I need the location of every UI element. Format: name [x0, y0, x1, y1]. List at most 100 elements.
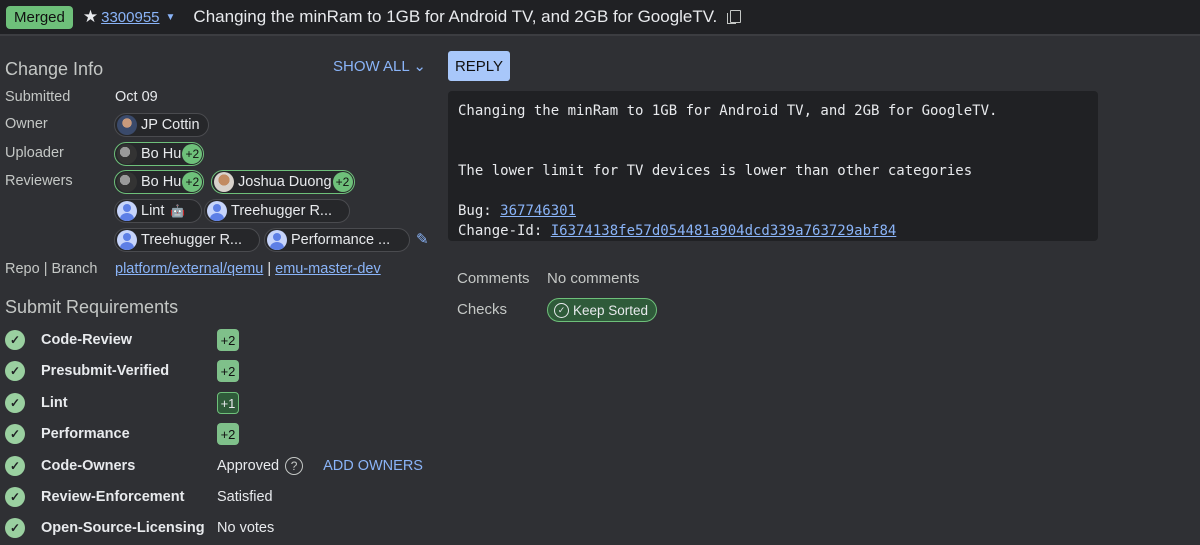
requirement-name: Open-Source-Licensing	[41, 520, 205, 536]
commit-subject: Changing the minRam to 1GB for Android T…	[458, 103, 998, 119]
owner-chip[interactable]: JP Cottin	[114, 113, 209, 137]
uploader-label: Uploader	[5, 145, 64, 161]
check-circle-icon: ✓	[5, 424, 25, 444]
reviewer-name: Treehugger R...	[231, 203, 333, 219]
commit-message: Changing the minRam to 1GB for Android T…	[448, 91, 1098, 241]
change-id-link[interactable]: I6374138fe57d054481a904dcd339a763729abf8…	[551, 223, 897, 239]
submitted-label: Submitted	[5, 89, 71, 105]
change-number-link[interactable]: 3300955	[101, 9, 159, 26]
uploader-chip[interactable]: Bo Hu +2	[114, 142, 205, 166]
requirement-status: No votes	[217, 520, 275, 536]
change-id-line: Change-Id: I6374138fe57d054481a904dcd339…	[458, 223, 896, 239]
reviewer-name: Performance ...	[291, 232, 391, 248]
chevron-down-icon[interactable]: ▼	[166, 12, 176, 23]
avatar	[117, 172, 137, 192]
avatar	[117, 144, 137, 164]
help-icon[interactable]: ?	[285, 457, 304, 475]
show-all-button[interactable]: SHOW ALL ⌄	[333, 57, 426, 75]
reviewer-name: Bo Hu	[141, 174, 182, 190]
checks-row: Checks ✓ Keep Sorted	[457, 298, 658, 322]
requirement-row: ✓ Code-Owners Approved ? ADD OWNERS	[5, 455, 423, 477]
chevron-down-icon: ⌄	[413, 58, 426, 75]
merged-status-badge: Merged	[6, 5, 73, 29]
reviewers-label: Reviewers	[5, 173, 73, 189]
avatar	[117, 230, 137, 250]
requirement-row: ✓ Review-Enforcement Satisfied	[5, 486, 273, 508]
reviewer-chip[interactable]: Bo Hu +2	[114, 170, 205, 194]
change-info-title: Change Info	[5, 59, 104, 79]
star-icon[interactable]: ★	[83, 7, 98, 27]
requirement-value: Approved ? ADD OWNERS	[217, 457, 423, 475]
reviewer-chip[interactable]: Performance ...	[264, 228, 410, 252]
edit-reviewers-icon[interactable]: ✎	[416, 230, 429, 248]
reviewer-chip[interactable]: Joshua Duong +2	[211, 170, 355, 194]
requirement-row: ✓ Open-Source-Licensing No votes	[5, 517, 274, 539]
reviewer-name: Joshua Duong	[238, 174, 332, 190]
comments-label: Comments	[457, 270, 530, 287]
score-badge[interactable]: +2	[217, 360, 239, 382]
check-circle-icon: ✓	[5, 393, 25, 413]
repo-link[interactable]: platform/external/qemu	[115, 261, 263, 277]
change-id-label: Change-Id:	[458, 223, 551, 239]
reviewer-chip[interactable]: Lint 🤖	[114, 199, 202, 223]
check-circle-icon: ✓	[5, 487, 25, 507]
check-circle-icon: ✓	[5, 330, 25, 350]
reviewer-name: Treehugger R...	[141, 232, 243, 248]
check-circle-icon: ✓	[554, 302, 569, 318]
submitted-value: Oct 09	[115, 89, 158, 105]
requirement-name: Performance	[41, 426, 130, 442]
check-circle-icon: ✓	[5, 456, 25, 476]
owner-label: Owner	[5, 116, 48, 132]
avatar	[207, 201, 227, 221]
robot-icon: 🤖	[170, 204, 186, 218]
show-all-label: SHOW ALL	[333, 58, 410, 75]
requirement-row: ✓ Performance +2	[5, 423, 239, 445]
reviewer-chip[interactable]: Treehugger R...	[114, 228, 260, 252]
requirement-name: Presubmit-Verified	[41, 363, 170, 379]
check-circle-icon: ✓	[5, 361, 25, 381]
requirement-value: +2	[217, 360, 239, 382]
requirement-row: ✓ Lint +1	[5, 392, 239, 414]
bug-link[interactable]: 367746301	[500, 203, 576, 219]
vote-badge: +2	[182, 172, 203, 192]
score-badge[interactable]: +2	[217, 423, 239, 445]
uploader-name: Bo Hu	[141, 146, 182, 162]
requirement-name: Code-Owners	[41, 458, 136, 474]
score-badge[interactable]: +2	[217, 329, 239, 351]
check-circle-icon: ✓	[5, 518, 25, 538]
separator: |	[267, 261, 272, 277]
requirement-status: Approved	[217, 458, 280, 474]
requirement-status: Satisfied	[217, 489, 273, 505]
check-chip[interactable]: ✓ Keep Sorted	[547, 298, 658, 322]
requirement-row: ✓ Code-Review +2	[5, 329, 239, 351]
repo-branch-label: Repo | Branch	[5, 261, 98, 277]
reply-button[interactable]: REPLY	[448, 51, 510, 81]
requirement-value: +1	[217, 392, 239, 414]
reviewer-name: Lint	[141, 203, 165, 219]
bug-label: Bug:	[458, 203, 501, 219]
check-name: Keep Sorted	[573, 302, 649, 318]
repo-branch-value: platform/external/qemu | emu-master-dev	[115, 261, 381, 277]
copy-icon[interactable]	[727, 10, 742, 24]
owner-name: JP Cottin	[141, 117, 200, 133]
checks-label: Checks	[457, 301, 508, 318]
bug-line: Bug: 367746301	[458, 203, 576, 219]
requirement-value: +2	[217, 329, 239, 351]
comments-row: Comments No comments	[457, 270, 640, 287]
add-owners-button[interactable]: ADD OWNERS	[323, 458, 423, 474]
avatar	[267, 230, 287, 250]
vote-badge: +2	[332, 172, 353, 192]
submit-requirements-title: Submit Requirements	[5, 297, 179, 317]
change-subject: Changing the minRam to 1GB for Android T…	[193, 7, 718, 26]
avatar	[117, 201, 137, 221]
commit-body: The lower limit for TV devices is lower …	[458, 163, 973, 179]
requirement-row: ✓ Presubmit-Verified +2	[5, 360, 239, 382]
reviewer-chip[interactable]: Treehugger R...	[204, 199, 350, 223]
requirement-value: +2	[217, 423, 239, 445]
score-badge[interactable]: +1	[217, 392, 239, 414]
avatar	[214, 172, 234, 192]
requirement-name: Code-Review	[41, 332, 133, 348]
branch-link[interactable]: emu-master-dev	[275, 261, 381, 277]
requirement-name: Review-Enforcement	[41, 489, 185, 505]
requirement-name: Lint	[41, 395, 68, 411]
